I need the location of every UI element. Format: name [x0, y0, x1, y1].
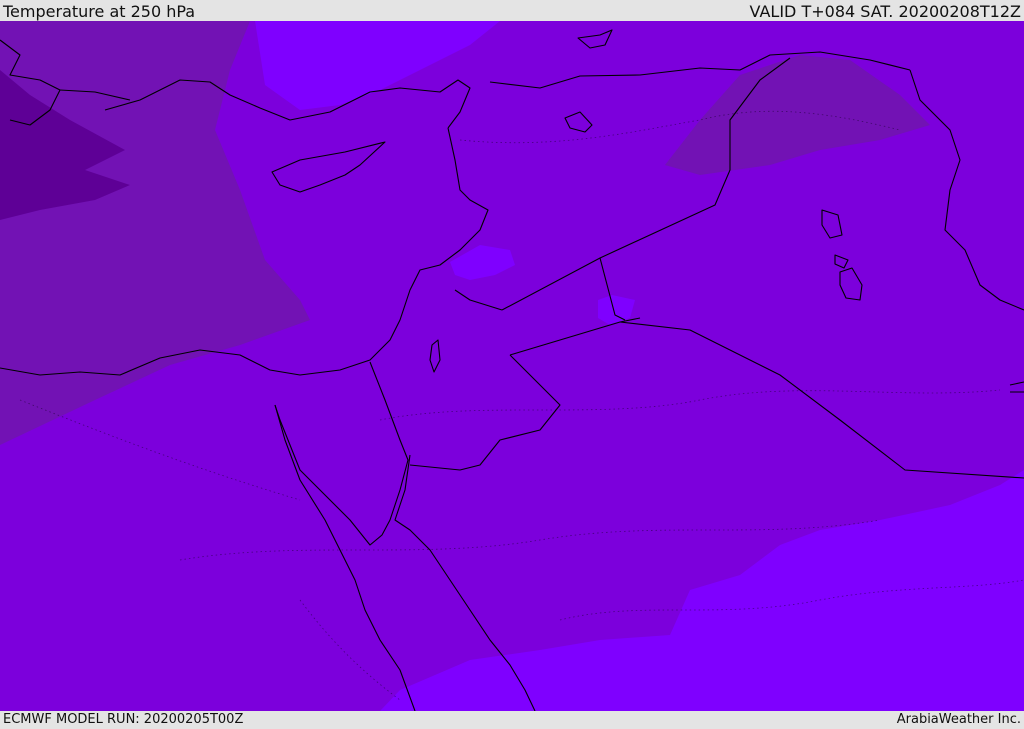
credit-label: ArabiaWeather Inc. [896, 712, 1021, 727]
valid-time: VALID T+084 SAT. 20200208T12Z [749, 2, 1021, 21]
temperature-map [0, 21, 1024, 711]
model-run-label: ECMWF MODEL RUN: 20200205T00Z [3, 712, 244, 727]
map-title: Temperature at 250 hPa [3, 2, 196, 21]
header-bar: Temperature at 250 hPa VALID T+084 SAT. … [0, 0, 1024, 21]
weather-map-frame: Temperature at 250 hPa VALID T+084 SAT. … [0, 0, 1024, 729]
footer-bar: ECMWF MODEL RUN: 20200205T00Z ArabiaWeat… [0, 711, 1024, 729]
